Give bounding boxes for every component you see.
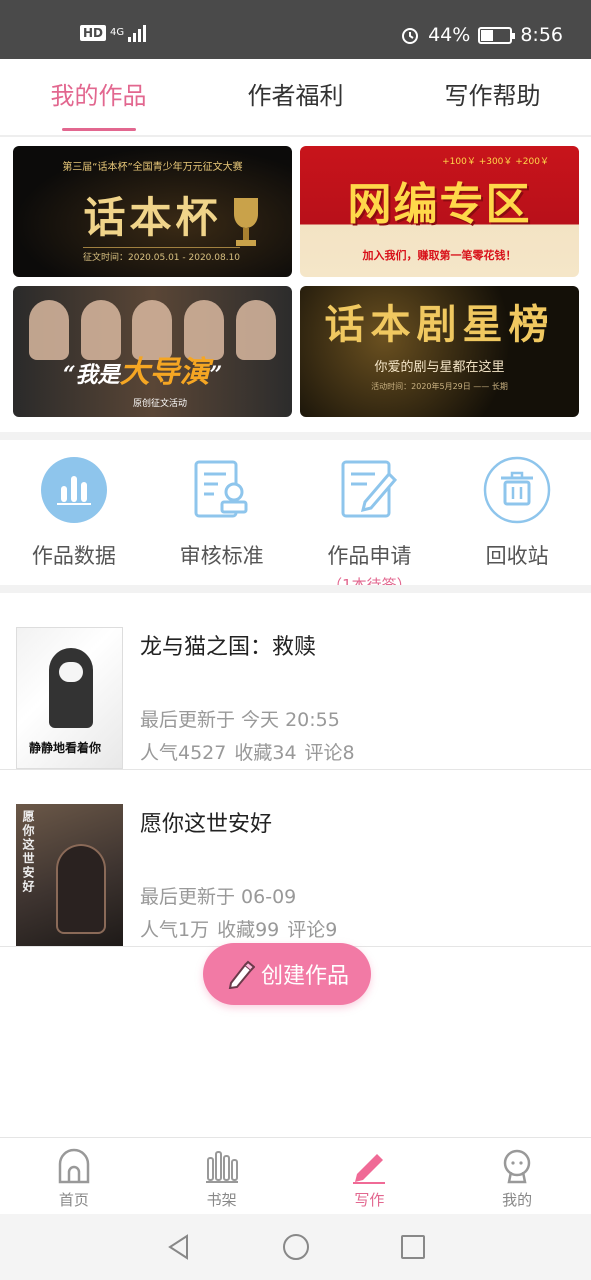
profile-icon [498,1147,536,1185]
banner-subtitle: 你爱的剧与星都在这里 [374,359,505,375]
chart-icon [40,456,108,524]
cover-figure [56,844,106,934]
nav-label: 写作 [354,1191,385,1209]
create-work-button[interactable]: 创建作品 [203,943,371,1005]
work-title: 龙与猫之国：救赎 [140,635,317,660]
home-icon [55,1147,93,1185]
nav-label: 书架 [206,1191,237,1209]
banner-huaben-cup[interactable]: 第三届“话本杯”全国青少年万元征文大赛 话本杯 征文时间：2020.05.01 … [13,146,292,277]
banner-date: 活动时间：2020年5月29日 —— 长期 [371,381,508,391]
work-data-button[interactable]: 作品数据 [0,440,148,585]
banner-title: 话本剧星榜 [324,300,555,348]
status-left: HD 4G [80,24,147,42]
trash-icon [483,456,551,524]
pen-icon [350,1147,388,1185]
popularity: 人气4527 [140,742,227,764]
cover-text: 静静地看着你 [29,741,102,755]
banner-drama-stars[interactable]: 话本剧星榜 你爱的剧与星都在这里 活动时间：2020年5月29日 —— 长期 [300,286,579,417]
nav-label: 首页 [58,1191,89,1209]
banner-title: 话本杯 [83,193,222,242]
favorites: 收藏34 [234,742,297,764]
nav-label: 我的 [502,1191,533,1209]
divider [0,432,591,440]
clock: 8:56 [520,24,563,46]
status-bar: HD 4G 44% 8:56 [0,0,591,59]
work-cover[interactable]: 静静地看着你 [16,627,123,769]
banner-big-director[interactable]: “我是大导演” 原创征文活动 [13,286,292,417]
banner-money: +100￥ +300￥ +200￥ [442,157,549,167]
network-type: 4G [110,27,125,38]
system-nav-bar [0,1214,591,1280]
bottom-nav: 首页 书架 写作 我的 [0,1137,591,1214]
nav-home[interactable]: 首页 [0,1138,148,1214]
review-icon [188,456,256,524]
work-title: 愿你这世安好 [140,812,273,837]
quick-label: 作品数据 [31,544,116,568]
cover-text: 愿你这世安好 [21,810,35,894]
tab-my-works[interactable]: 我的作品 [0,59,197,135]
list-item[interactable]: 静静地看着你 龙与猫之国：救赎 最后更新于 今天 20:55 人气4527 收藏3… [0,593,591,770]
comments: 评论9 [287,919,338,941]
work-application-button[interactable]: 作品申请 （1本待签） [296,440,444,594]
quick-label: 审核标准 [179,544,264,568]
recents-icon[interactable] [399,1233,427,1261]
banner-title: “我是大导演” [63,355,223,390]
tab-author-benefits[interactable]: 作者福利 [197,59,394,135]
bookshelf-icon [203,1147,241,1185]
back-icon[interactable] [165,1233,193,1261]
edit-doc-icon [335,456,403,524]
list-item[interactable]: 愿你这世安好 愿你这世安好 最后更新于 06-09 人气1万 收藏99 评论9 [0,770,591,947]
work-stats: 人气4527 收藏34 评论8 [140,738,363,765]
battery-percent: 44% [428,24,471,46]
top-tabs: 我的作品 作者福利 写作帮助 [0,59,591,137]
cover-figure [49,648,93,728]
nav-bookshelf[interactable]: 书架 [148,1138,296,1214]
banner-subtitle: 第三届“话本杯”全国青少年万元征文大赛 [62,162,243,173]
home-circle-icon[interactable] [282,1233,310,1261]
comments: 评论8 [304,742,355,764]
tab-writing-help[interactable]: 写作帮助 [394,59,591,135]
banner-slogan: 加入我们，赚取第一笔零花钱！ [362,249,517,262]
favorites: 收藏99 [217,919,280,941]
banner-title: 网编专区 [347,178,532,230]
battery-icon [478,26,516,44]
status-right: 44% 8:56 [400,24,563,46]
create-work-label: 创建作品 [260,964,349,989]
banner-date: 征文时间：2020.05.01 - 2020.08.10 [83,247,241,263]
quick-label: 回收站 [485,544,549,568]
quick-actions: 作品数据 审核标准 作品申请 （1本待签） 回收站 [0,440,591,594]
works-list: 静静地看着你 龙与猫之国：救赎 最后更新于 今天 20:55 人气4527 收藏3… [0,593,591,947]
banner-editor-zone[interactable]: +100￥ +300￥ +200￥ 网编专区 加入我们，赚取第一笔零花钱！ [300,146,579,277]
work-update-time: 最后更新于 今天 20:55 [140,709,340,731]
alarm-icon [402,28,419,44]
work-update-time: 最后更新于 06-09 [140,886,297,908]
nav-profile[interactable]: 我的 [443,1138,591,1214]
trophy-icon [234,198,258,246]
divider [0,585,591,593]
banner-grid: 第三届“话本杯”全国青少年万元征文大赛 话本杯 征文时间：2020.05.01 … [13,146,579,417]
quick-label: 作品申请 [327,544,412,568]
nav-writing[interactable]: 写作 [296,1138,444,1214]
work-cover[interactable]: 愿你这世安好 [16,804,123,946]
review-standard-button[interactable]: 审核标准 [148,440,296,585]
work-stats: 人气1万 收藏99 评论9 [140,915,345,942]
recycle-bin-button[interactable]: 回收站 [443,440,591,585]
banner-tag: 原创征文活动 [133,399,188,409]
signal-icon [128,24,147,42]
pencil-icon [228,960,255,989]
hd-badge: HD [80,25,107,41]
popularity: 人气1万 [140,919,210,941]
